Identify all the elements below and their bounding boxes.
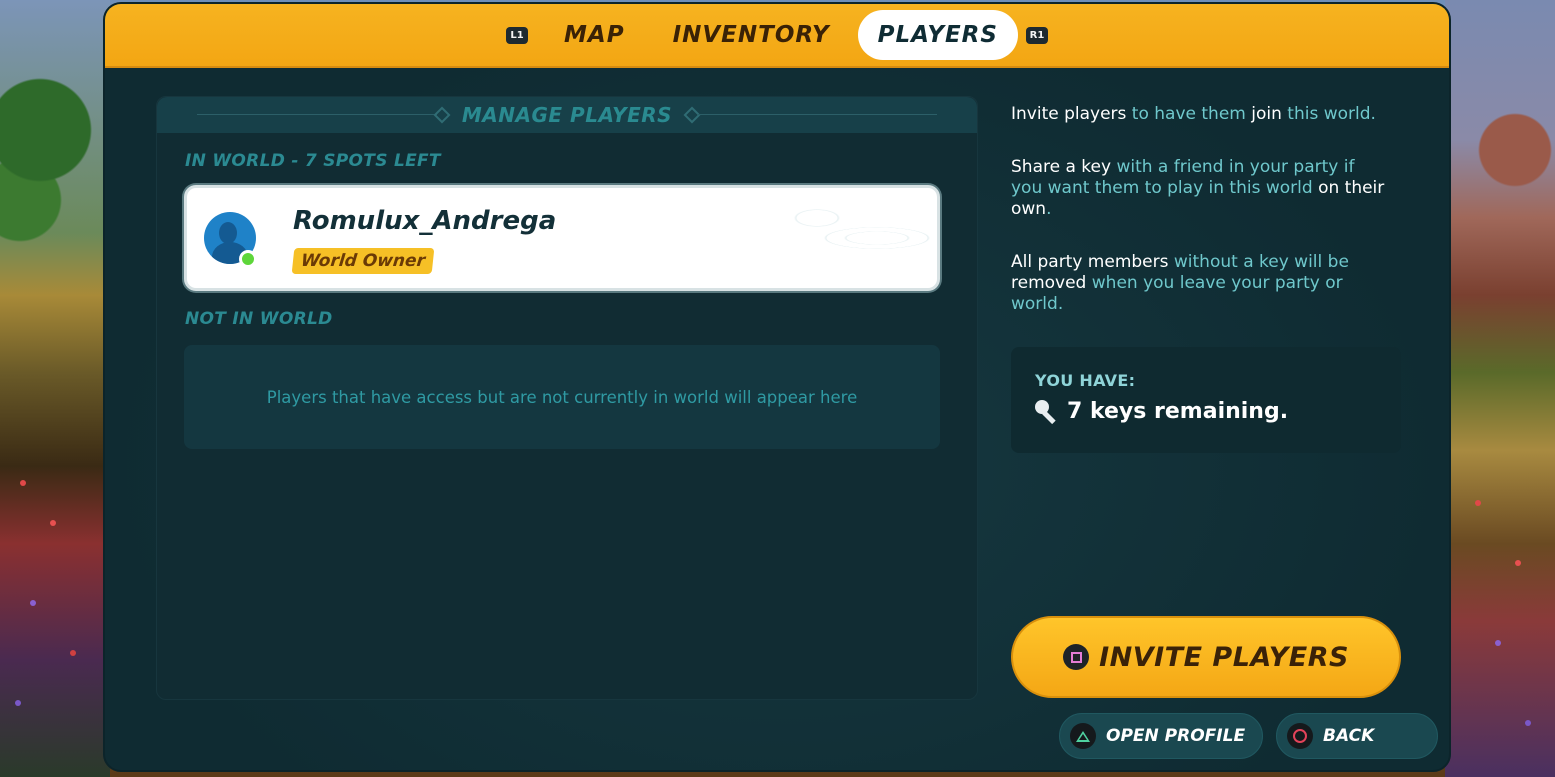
diamond-ornament-icon (683, 106, 701, 124)
open-profile-label: OPEN PROFILE (1106, 726, 1246, 746)
info-share-key: Share a key with a friend in your party … (1011, 157, 1385, 219)
flower-decoration (30, 600, 36, 606)
manage-players-header: MANAGE PLAYERS (157, 97, 977, 133)
l1-button-icon[interactable]: L1 (506, 26, 529, 44)
diamond-ornament-icon (433, 106, 451, 124)
flower-decoration (20, 480, 26, 486)
info-invite: Invite players to have them join this wo… (1011, 104, 1376, 124)
invite-players-label: INVITE PLAYERS (1099, 641, 1349, 673)
circle-button-icon (1287, 723, 1313, 749)
tab-players[interactable]: PLAYERS (857, 10, 1018, 60)
background-scenery-left (0, 0, 110, 777)
back-button[interactable]: BACK (1276, 713, 1438, 759)
not-in-world-empty-state: Players that have access but are not cur… (184, 345, 940, 449)
online-status-icon (239, 250, 257, 268)
you-have-label: YOU HAVE: (1035, 371, 1136, 390)
tab-inventory[interactable]: INVENTORY (653, 12, 850, 58)
not-in-world-label: NOT IN WORLD (185, 309, 333, 329)
flower-decoration (15, 700, 21, 706)
flower-decoration (1475, 500, 1481, 506)
empty-state-message: Players that have access but are not cur… (266, 387, 858, 407)
square-button-icon (1063, 644, 1090, 670)
flower-decoration (1495, 640, 1501, 646)
world-owner-badge: World Owner (291, 248, 435, 274)
background-scenery-right (1445, 0, 1555, 777)
manage-players-card: MANAGE PLAYERS IN WORLD - 7 SPOTS LEFT R… (156, 96, 978, 700)
topographic-pattern (637, 188, 937, 288)
back-label: BACK (1323, 726, 1375, 746)
keys-remaining-text: 7 keys remaining. (1067, 399, 1289, 424)
player-card[interactable]: Romulux_Andrega World Owner (184, 185, 940, 291)
manage-players-title: MANAGE PLAYERS (461, 103, 673, 127)
keys-remaining-line: 7 keys remaining. (1035, 399, 1288, 424)
flower-decoration (50, 520, 56, 526)
tab-bar: L1 MAP INVENTORY PLAYERS R1 (105, 4, 1449, 68)
key-icon (1035, 399, 1059, 424)
r1-button-icon[interactable]: R1 (1025, 26, 1048, 44)
flower-decoration (70, 650, 76, 656)
player-name: Romulux_Andrega (293, 206, 557, 236)
players-menu-panel: L1 MAP INVENTORY PLAYERS R1 MANAGE PLAYE… (103, 2, 1451, 772)
flower-decoration (1525, 720, 1531, 726)
tab-map[interactable]: MAP (544, 12, 645, 58)
flower-decoration (1515, 560, 1521, 566)
info-party-members: All party members without a key will be … (1011, 252, 1349, 314)
open-profile-button[interactable]: OPEN PROFILE (1059, 713, 1263, 759)
triangle-button-icon (1070, 723, 1096, 749)
keys-remaining-box: YOU HAVE: 7 keys remaining. (1011, 347, 1401, 453)
in-world-label: IN WORLD - 7 SPOTS LEFT (185, 151, 441, 171)
invite-players-button[interactable]: INVITE PLAYERS (1011, 616, 1401, 698)
